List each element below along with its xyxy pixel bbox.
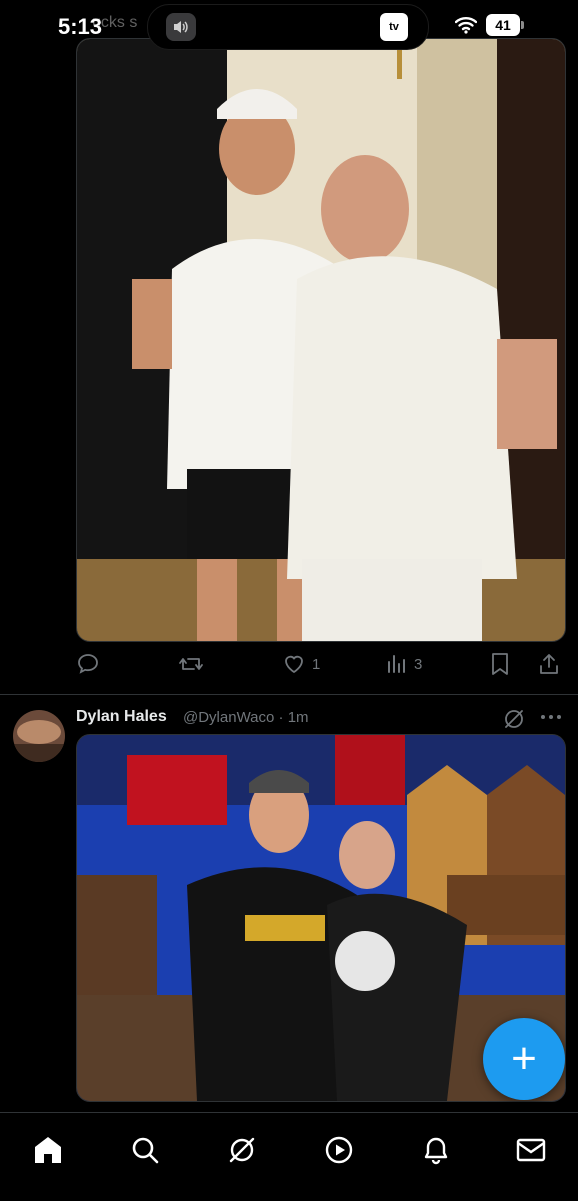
views-count: 3: [414, 655, 423, 673]
bookmark-icon: [492, 653, 508, 675]
tab-grok[interactable]: [225, 1133, 259, 1167]
tab-messages[interactable]: [514, 1133, 548, 1167]
reply-icon: [78, 654, 98, 674]
dynamic-island[interactable]: tv: [147, 4, 429, 50]
tab-notifications[interactable]: [419, 1133, 453, 1167]
wifi-icon: [455, 17, 477, 34]
views-button[interactable]: 3: [386, 652, 422, 676]
like-button[interactable]: 1: [282, 652, 320, 676]
tweet-divider: [0, 694, 578, 695]
repost-button[interactable]: [178, 652, 210, 676]
author-handle-time[interactable]: @DylanWaco · 1m: [183, 709, 309, 726]
bottom-tab-bar: [0, 1112, 578, 1201]
tweet1-action-bar: 1 3: [0, 640, 578, 690]
heart-icon: [285, 655, 303, 674]
notifications-icon: [424, 1137, 448, 1165]
search-icon: [132, 1137, 159, 1164]
more-options-icon[interactable]: [540, 710, 562, 724]
repost-icon: [179, 658, 203, 670]
analytics-icon: [388, 655, 405, 673]
apple-tv-icon: tv: [380, 13, 408, 41]
status-bar: ucks s 5:13 tv 41: [0, 0, 578, 52]
author-name[interactable]: Dylan Hales: [76, 708, 167, 726]
grok-icon[interactable]: [503, 708, 525, 730]
share-button[interactable]: [538, 652, 560, 676]
messages-icon: [516, 1138, 546, 1162]
compose-button[interactable]: +: [483, 1018, 565, 1100]
compose-plus-label: +: [511, 1034, 537, 1083]
tweet2-header: Dylan Hales @DylanWaco · 1m: [0, 700, 578, 734]
tab-video[interactable]: [322, 1133, 356, 1167]
reply-button[interactable]: [76, 652, 106, 676]
tab-home[interactable]: [31, 1133, 65, 1167]
home-icon: [35, 1137, 61, 1163]
video-icon: [325, 1136, 353, 1164]
share-icon: [540, 654, 558, 674]
status-time: 5:13: [58, 14, 103, 39]
speaker-icon: [166, 13, 196, 41]
tab-search[interactable]: [128, 1133, 162, 1167]
grok-icon: [229, 1137, 255, 1163]
battery-indicator: 41: [486, 14, 524, 36]
apple-tv-label: tv: [389, 21, 399, 33]
bookmark-button[interactable]: [490, 652, 510, 676]
tweet1-photo[interactable]: [76, 38, 566, 642]
like-count: 1: [312, 655, 321, 673]
